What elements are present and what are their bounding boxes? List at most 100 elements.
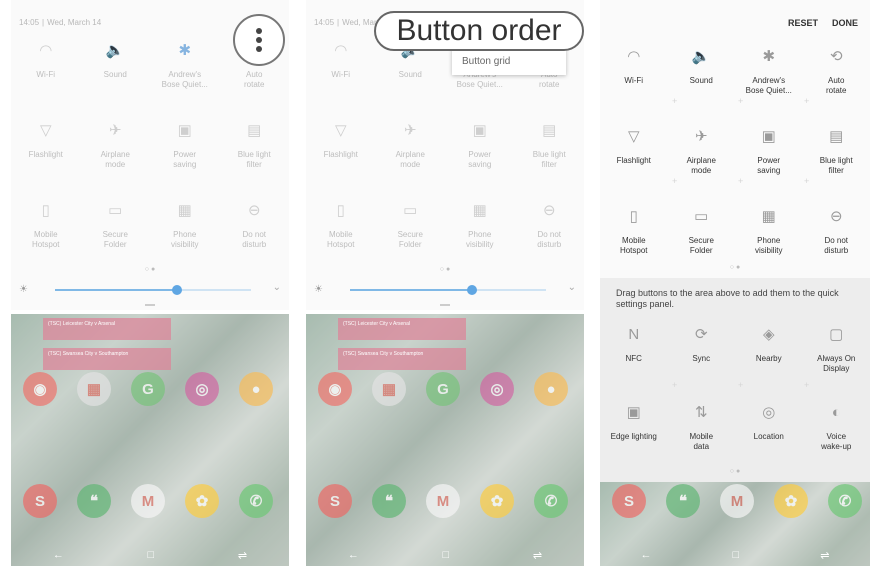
quick-tile[interactable]: ▯ Mobile Hotspot [306, 194, 376, 264]
photos-icon[interactable]: ✿ [480, 484, 514, 518]
gmail-icon[interactable]: M [426, 484, 460, 518]
app-icon-folder[interactable]: ▦ [77, 372, 111, 406]
brightness-fill [55, 289, 177, 291]
quick-tile[interactable]: ◠ Wi-Fi [306, 34, 376, 104]
quick-tile[interactable]: ▤ Blue light filter [803, 120, 870, 190]
brightness-knob[interactable] [466, 285, 477, 295]
available-tile[interactable]: ⇅ Mobile data [668, 396, 736, 466]
hangouts-icon[interactable]: ❝ [372, 484, 406, 518]
quick-tile[interactable]: ⊖ Do not disturb [220, 194, 290, 264]
quick-tile[interactable]: ▽ Flashlight [600, 120, 668, 190]
quick-tile[interactable]: ▭ Secure Folder [81, 194, 151, 264]
quick-tile[interactable]: ▦ Phone visibility [735, 200, 803, 270]
back-icon[interactable]: ← [348, 549, 359, 561]
quick-tile[interactable]: ▣ Power saving [150, 114, 220, 184]
quick-tile[interactable]: ◠ Wi-Fi [11, 34, 81, 104]
quick-tile[interactable]: ✱ Andrew's Bose Quiet... [150, 34, 220, 104]
brightness-knob[interactable] [171, 285, 182, 295]
app-icon-red[interactable]: ◉ [318, 372, 352, 406]
news-widget-item[interactable]: (TSC) Leicester City v Arsenal [338, 318, 466, 340]
quick-tile[interactable]: ▦ Phone visibility [150, 194, 220, 264]
recents-icon[interactable]: ⇌ [820, 549, 829, 562]
quick-tile[interactable]: ◠ Wi-Fi [600, 40, 668, 110]
phone-icon[interactable]: ✆ [828, 484, 862, 518]
app-icon-folder[interactable]: ▦ [372, 372, 406, 406]
button-order-callout[interactable]: Button order [374, 11, 584, 51]
drag-handle[interactable] [440, 304, 450, 306]
maps-icon[interactable]: G [131, 372, 165, 406]
available-tile[interactable]: ◈ Nearby [735, 318, 803, 388]
app-icon-orange[interactable]: ● [534, 372, 568, 406]
news-widget-item[interactable]: (TSC) Swansea City v Southampton [338, 348, 466, 370]
available-tile[interactable]: N NFC [600, 318, 668, 388]
brightness-slider[interactable] [55, 285, 251, 295]
gmail-icon[interactable]: M [131, 484, 165, 518]
more-options-icon[interactable] [233, 14, 285, 66]
app-icon-red[interactable]: ◉ [23, 372, 57, 406]
home-screen: S ❝ M ✿ ✆ ← □ ⇌ [600, 482, 870, 566]
options-menu: Button grid [452, 48, 566, 75]
available-tile[interactable]: ▢ Always On Display [803, 318, 870, 388]
quick-tile-label: Do not disturb [537, 230, 562, 249]
quick-tile[interactable]: ▤ Blue light filter [515, 114, 585, 184]
gmail-icon[interactable]: M [720, 484, 754, 518]
photos-icon[interactable]: ✿ [774, 484, 808, 518]
brightness-control[interactable]: ☀ ⌄ [314, 282, 576, 296]
brightness-slider[interactable] [350, 285, 546, 295]
quick-tile[interactable]: ✈ Airplane mode [376, 114, 446, 184]
reset-button[interactable]: RESET [788, 18, 818, 28]
quick-tile[interactable]: ⊖ Do not disturb [803, 200, 870, 270]
maps-icon[interactable]: G [426, 372, 460, 406]
back-icon[interactable]: ← [53, 549, 64, 561]
quick-tile[interactable]: ✱ Andrew's Bose Quiet... [735, 40, 803, 110]
available-tile[interactable]: ▣ Edge lighting [600, 396, 668, 466]
quick-tile[interactable]: ▭ Secure Folder [376, 194, 446, 264]
quick-tile-label: Sound [103, 70, 127, 79]
done-button[interactable]: DONE [832, 18, 858, 28]
app-icon-orange[interactable]: ● [239, 372, 273, 406]
menu-item-button-grid[interactable]: Button grid [452, 48, 566, 75]
back-icon[interactable]: ← [641, 549, 652, 561]
available-tile[interactable]: ⟳ Sync [668, 318, 736, 388]
instagram-icon[interactable]: ◎ [480, 372, 514, 406]
quick-tile[interactable]: ✈ Airplane mode [668, 120, 736, 190]
quick-tile[interactable]: ✈ Airplane mode [81, 114, 151, 184]
home-icon[interactable]: □ [443, 549, 450, 561]
app-icon-s[interactable]: S [23, 484, 57, 518]
app-icon-s[interactable]: S [612, 484, 646, 518]
chevron-down-icon[interactable]: ⌄ [273, 282, 281, 293]
app-icon-s[interactable]: S [318, 484, 352, 518]
quick-tile[interactable]: 🔈 Sound [668, 40, 736, 110]
quick-tile[interactable]: ▽ Flashlight [306, 114, 376, 184]
photos-icon[interactable]: ✿ [185, 484, 219, 518]
drag-handle[interactable] [145, 304, 155, 306]
quick-tile[interactable]: ⊖ Do not disturb [515, 194, 585, 264]
news-widget-item[interactable]: (TSC) Leicester City v Arsenal [43, 318, 171, 340]
quick-tile[interactable]: ▣ Power saving [445, 114, 515, 184]
instagram-icon[interactable]: ◎ [185, 372, 219, 406]
hangouts-icon[interactable]: ❝ [77, 484, 111, 518]
available-tile[interactable]: ◐ Voice wake-up [803, 396, 870, 466]
hangouts-icon[interactable]: ❝ [666, 484, 700, 518]
phone-icon[interactable]: ✆ [239, 484, 273, 518]
quick-tile[interactable]: ▭ Secure Folder [668, 200, 736, 270]
quick-tile[interactable]: ▦ Phone visibility [445, 194, 515, 264]
recents-icon[interactable]: ⇌ [238, 549, 247, 562]
quick-tile[interactable]: ▯ Mobile Hotspot [11, 194, 81, 264]
home-icon[interactable]: □ [148, 549, 155, 561]
phone-icon[interactable]: ✆ [534, 484, 568, 518]
home-icon[interactable]: □ [733, 549, 740, 561]
status-time: 14:05 [314, 18, 335, 27]
recents-icon[interactable]: ⇌ [533, 549, 542, 562]
quick-tile[interactable]: ▽ Flashlight [11, 114, 81, 184]
quick-tile[interactable]: ▤ Blue light filter [220, 114, 290, 184]
quick-tile[interactable]: ▣ Power saving [735, 120, 803, 190]
available-tile[interactable]: ◎ Location [735, 396, 803, 466]
quick-tile[interactable]: ⟲ Auto rotate [803, 40, 870, 110]
quick-tile[interactable]: 🔈 Sound [81, 34, 151, 104]
do-not-disturb-icon: ⊖ [247, 202, 261, 219]
chevron-down-icon[interactable]: ⌄ [568, 282, 576, 293]
brightness-control[interactable]: ☀ ⌄ [19, 282, 281, 296]
news-widget-item[interactable]: (TSC) Swansea City v Southampton [43, 348, 171, 370]
quick-tile[interactable]: ▯ Mobile Hotspot [600, 200, 668, 270]
